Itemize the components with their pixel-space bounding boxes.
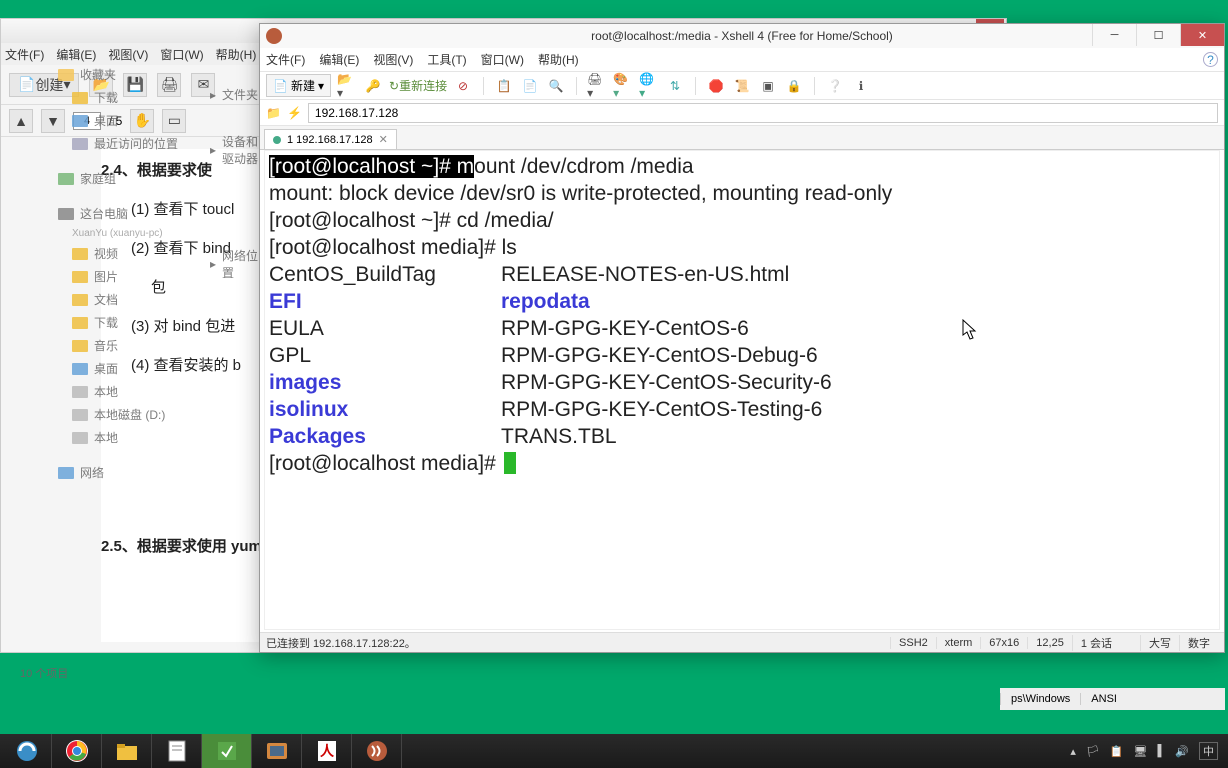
- editor-status-bar: ps\Windows ANSI: [1000, 688, 1225, 710]
- status-sessions: 1 会话: [1072, 635, 1120, 651]
- page-up-icon[interactable]: ▲: [9, 109, 33, 133]
- ls-row: EFIrepodata: [269, 288, 1215, 315]
- tray-battery-icon[interactable]: ▌: [1158, 745, 1166, 757]
- xshell-address-bar: 📁 ⚡: [260, 100, 1224, 126]
- tab-label: 1 192.168.17.128: [287, 134, 373, 146]
- globe-icon[interactable]: 🌐▾: [639, 76, 659, 96]
- lock-icon[interactable]: 🔒: [784, 76, 804, 96]
- tray-flag-icon[interactable]: 🏳: [1086, 745, 1100, 758]
- tool-icon[interactable]: 🛑: [706, 76, 726, 96]
- copy-icon[interactable]: 📋: [494, 76, 514, 96]
- minimize-button[interactable]: ─: [1092, 24, 1136, 46]
- open-icon[interactable]: 📂▾: [337, 76, 357, 96]
- status-pos: 12,25: [1027, 637, 1072, 649]
- about-icon[interactable]: ℹ: [851, 76, 871, 96]
- xshell-window: root@localhost:/media - Xshell 4 (Free f…: [259, 23, 1225, 653]
- menu-tool[interactable]: 工具(T): [427, 51, 466, 68]
- term-cmd: ount /dev/cdrom /media: [474, 155, 693, 178]
- xshell-tabs: 1 192.168.17.128 ✕: [260, 126, 1224, 150]
- xshell-title-bar[interactable]: root@localhost:/media - Xshell 4 (Free f…: [260, 24, 1224, 48]
- session-tab[interactable]: 1 192.168.17.128 ✕: [264, 129, 397, 149]
- close-button[interactable]: ✕: [1180, 24, 1224, 46]
- new-session-button[interactable]: 📄新建 ▾: [266, 74, 331, 97]
- status-term: xterm: [936, 637, 981, 649]
- term-line: [root@localhost media]# ls: [269, 234, 1215, 261]
- layout-icon[interactable]: ▣: [758, 76, 778, 96]
- status-connected: 已连接到 192.168.17.128:22。: [266, 635, 890, 651]
- term-prompt: [root@localhost media]#: [269, 452, 502, 475]
- status-encoding: ANSI: [1080, 693, 1127, 705]
- term-output: mount: block device /dev/sr0 is write-pr…: [269, 180, 1215, 207]
- host-icon: 📁: [266, 106, 281, 120]
- address-input[interactable]: [308, 103, 1218, 123]
- explorer-item-count: 10 个项目: [20, 665, 68, 681]
- tray-clipboard-icon[interactable]: 📋: [1110, 745, 1124, 758]
- ls-row: isolinuxRPM-GPG-KEY-CentOS-Testing-6: [269, 396, 1215, 423]
- term-prompt: [root@localhost ~]#: [269, 155, 457, 178]
- find-icon[interactable]: 🔍: [546, 76, 566, 96]
- key-icon[interactable]: 🔑: [363, 76, 383, 96]
- close-tab-icon[interactable]: ✕: [379, 133, 388, 146]
- color-icon[interactable]: 🎨▾: [613, 76, 633, 96]
- menu-window[interactable]: 窗口(W): [481, 51, 524, 68]
- taskbar-chrome[interactable]: [52, 734, 102, 768]
- taskbar-ie[interactable]: [2, 734, 52, 768]
- status-ssh: SSH2: [890, 637, 936, 649]
- taskbar-notepad[interactable]: [152, 734, 202, 768]
- status-size: 67x16: [980, 637, 1027, 649]
- terminal-pane[interactable]: [root@localhost ~]# mount /dev/cdrom /me…: [264, 150, 1220, 630]
- paste-icon[interactable]: 📄: [520, 76, 540, 96]
- svg-text:人: 人: [320, 743, 335, 759]
- help-icon[interactable]: ?: [1203, 52, 1218, 67]
- lightning-icon: ⚡: [287, 106, 302, 120]
- taskbar-acrobat[interactable]: 人: [302, 734, 352, 768]
- xshell-title-text: root@localhost:/media - Xshell 4 (Free f…: [591, 29, 893, 43]
- xshell-menubar: 文件(F) 编辑(E) 视图(V) 工具(T) 窗口(W) 帮助(H) ?: [260, 48, 1224, 72]
- menu-help[interactable]: 帮助(H): [538, 51, 579, 68]
- transfer-icon[interactable]: ⇅: [665, 76, 685, 96]
- cursor-icon: [504, 452, 516, 474]
- tray-up-icon[interactable]: ▴: [1070, 745, 1076, 758]
- status-caps: 大写: [1140, 635, 1179, 651]
- status-num: 数字: [1179, 635, 1218, 651]
- ls-row: GPLRPM-GPG-KEY-CentOS-Debug-6: [269, 342, 1215, 369]
- menu-edit[interactable]: 编辑(E): [319, 51, 359, 68]
- script-icon[interactable]: 📜: [732, 76, 752, 96]
- ls-row: imagesRPM-GPG-KEY-CentOS-Security-6: [269, 369, 1215, 396]
- reconnect-button[interactable]: ↻ 重新连接: [389, 76, 447, 96]
- menu-file[interactable]: 文件(F): [266, 51, 305, 68]
- status-dot-icon: [273, 136, 281, 144]
- disconnect-icon[interactable]: ⊘: [453, 76, 473, 96]
- xshell-status-bar: 已连接到 192.168.17.128:22。 SSH2 xterm 67x16…: [260, 632, 1224, 652]
- help-icon[interactable]: ❔: [825, 76, 845, 96]
- taskbar-xshell[interactable]: [352, 734, 402, 768]
- ls-row: EULARPM-GPG-KEY-CentOS-6: [269, 315, 1215, 342]
- menu-view[interactable]: 视图(V): [373, 51, 413, 68]
- ls-row: CentOS_BuildTagRELEASE-NOTES-en-US.html: [269, 261, 1215, 288]
- taskbar-vmware[interactable]: [252, 734, 302, 768]
- ls-row: PackagesTRANS.TBL: [269, 423, 1215, 450]
- status-path: ps\Windows: [1000, 693, 1080, 705]
- menu-file[interactable]: 文件(F): [5, 46, 44, 63]
- maximize-button[interactable]: ☐: [1136, 24, 1180, 46]
- taskbar: 人 ▴ 🏳 📋 🖥 ▌ 🔊 中: [0, 734, 1228, 768]
- term-line: [root@localhost ~]# cd /media/: [269, 207, 1215, 234]
- taskbar-app-active[interactable]: [202, 734, 252, 768]
- tray-ime[interactable]: 中: [1199, 742, 1218, 760]
- print-icon[interactable]: 🖨▾: [587, 76, 607, 96]
- xshell-toolbar: 📄新建 ▾ 📂▾ 🔑 ↻ 重新连接 ⊘ 📋 📄 🔍 🖨▾ 🎨▾ 🌐▾ ⇅ 🛑 📜…: [260, 72, 1224, 100]
- tray-volume-icon[interactable]: 🔊: [1175, 745, 1189, 758]
- xshell-app-icon: [266, 28, 282, 44]
- tray-network-icon[interactable]: 🖥: [1134, 745, 1148, 758]
- taskbar-explorer[interactable]: [102, 734, 152, 768]
